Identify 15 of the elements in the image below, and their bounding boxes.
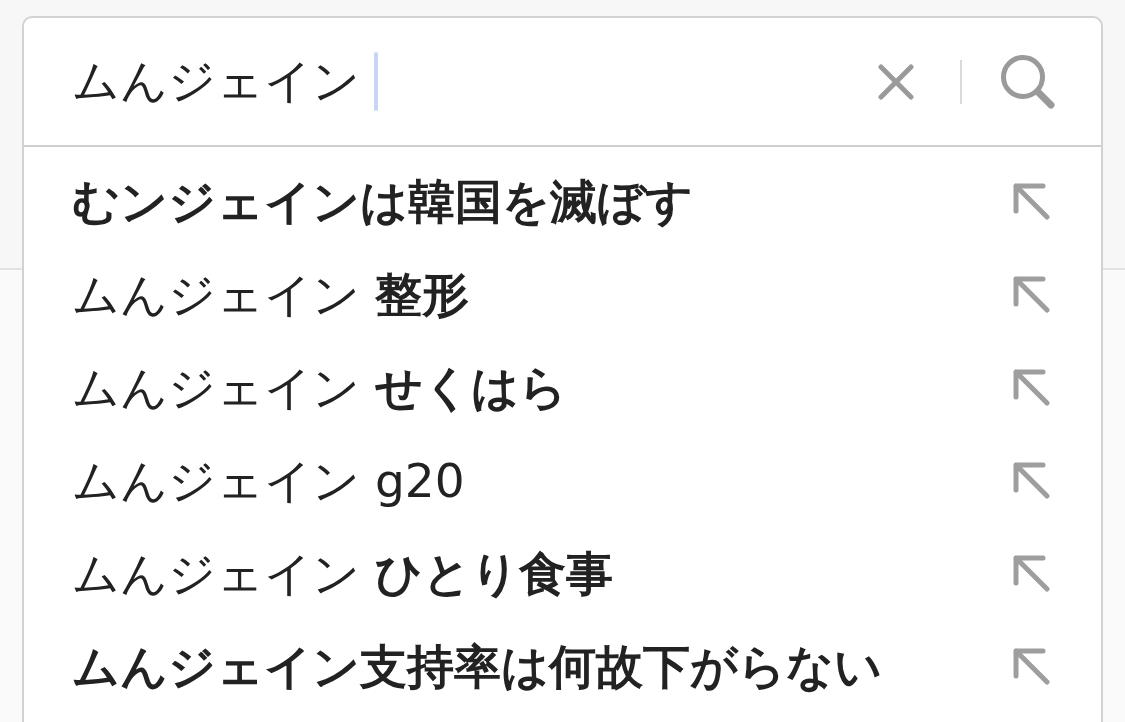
search-icon[interactable] — [1000, 54, 1055, 109]
arrow-up-left-icon[interactable] — [1013, 648, 1050, 685]
search-input[interactable]: ムんジェイン — [72, 49, 878, 114]
close-icon[interactable] — [878, 63, 914, 100]
arrow-up-left-icon[interactable] — [1013, 183, 1050, 220]
suggestion-text[interactable]: むンジェインは韓国を滅ぼす — [72, 171, 693, 232]
suggestion-text[interactable]: ムんジェイン ひとり食事 — [72, 543, 613, 604]
arrow-up-left-icon[interactable] — [1013, 555, 1050, 592]
suggestion-text[interactable]: ムんジェイン支持率は何故下がらない — [72, 636, 882, 697]
arrow-up-left-icon[interactable] — [1013, 276, 1050, 313]
suggestion-text[interactable]: ムんジェイン g20 — [72, 450, 465, 511]
arrow-up-left-icon[interactable] — [1013, 369, 1050, 406]
suggestion-text[interactable]: ムんジェイン せくはら — [72, 357, 567, 418]
arrow-up-left-icon[interactable] — [1013, 462, 1050, 499]
suggestion-text[interactable]: ムんジェイン 整形 — [72, 264, 469, 325]
